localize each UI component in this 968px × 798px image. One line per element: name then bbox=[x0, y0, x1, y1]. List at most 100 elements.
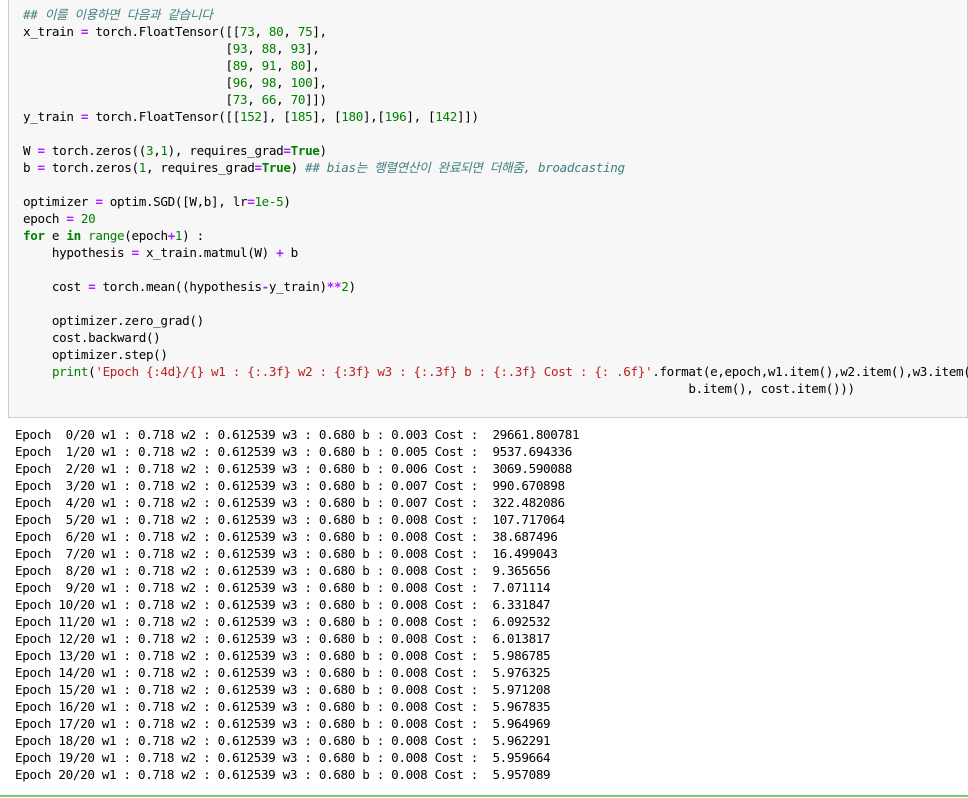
code-token: [ bbox=[23, 58, 233, 73]
code-token: ], bbox=[312, 75, 327, 90]
output-value: 0.008 bbox=[391, 546, 428, 561]
code-line: [93, 88, 93], bbox=[23, 40, 968, 57]
output-label: Cost : bbox=[427, 427, 493, 442]
code-token: + bbox=[167, 228, 176, 243]
code-token: 196 bbox=[384, 109, 407, 124]
output-value: 0.612539 bbox=[217, 767, 276, 782]
output-label: Cost : bbox=[427, 580, 493, 595]
output-label: w3 : bbox=[275, 716, 319, 731]
output-label: Cost : bbox=[427, 461, 493, 476]
output-label: w3 : bbox=[275, 461, 319, 476]
code-line: for e in range(epoch+1) : bbox=[23, 227, 968, 244]
code-line: optimizer.zero_grad() bbox=[23, 312, 968, 329]
code-line: [96, 98, 100], bbox=[23, 74, 968, 91]
code-token: b.item(), cost.item())) bbox=[23, 381, 855, 396]
output-value: 0.718 bbox=[137, 597, 175, 612]
code-token: ) bbox=[319, 143, 328, 158]
output-value: 8/20 bbox=[58, 563, 95, 578]
output-value: 0.612539 bbox=[217, 733, 276, 748]
output-label: w3 : bbox=[275, 750, 319, 765]
output-label: w1 : bbox=[94, 597, 138, 612]
output-value: 38.687496 bbox=[492, 529, 558, 544]
output-label: Cost : bbox=[427, 478, 493, 493]
output-label: w3 : bbox=[275, 427, 319, 442]
output-label: w3 : bbox=[275, 444, 319, 459]
output-line: Epoch 17/20 w1 : 0.718 w2 : 0.612539 w3 … bbox=[15, 715, 579, 732]
output-label: w2 : bbox=[174, 529, 218, 544]
output-label: Epoch bbox=[15, 580, 59, 595]
code-line: epoch = 20 bbox=[23, 210, 968, 227]
output-value: 0.718 bbox=[137, 495, 175, 510]
output-label: Epoch bbox=[15, 750, 59, 765]
output-label: w1 : bbox=[94, 665, 138, 680]
output-line: Epoch 0/20 w1 : 0.718 w2 : 0.612539 w3 :… bbox=[15, 426, 580, 443]
output-line: Epoch 8/20 w1 : 0.718 w2 : 0.612539 w3 :… bbox=[15, 562, 579, 579]
code-token: 75 bbox=[297, 24, 313, 39]
output-label: w3 : bbox=[275, 563, 319, 578]
output-label: w2 : bbox=[174, 546, 218, 561]
code-token: ) bbox=[283, 194, 291, 209]
output-label: Cost : bbox=[427, 750, 493, 765]
output-label: w3 : bbox=[275, 478, 319, 493]
output-value: 4/20 bbox=[58, 495, 95, 510]
output-line: Epoch 9/20 w1 : 0.718 w2 : 0.612539 w3 :… bbox=[15, 579, 579, 596]
code-token: True bbox=[290, 143, 320, 158]
code-token: = bbox=[131, 245, 139, 260]
code-line: optimizer.step() bbox=[23, 346, 968, 363]
output-label: w1 : bbox=[94, 614, 138, 629]
output-label: Cost : bbox=[427, 699, 493, 714]
output-value: 6.013817 bbox=[492, 631, 551, 646]
code-token: (epoch bbox=[124, 228, 168, 243]
output-value: 16/20 bbox=[58, 699, 95, 714]
output-label: b : bbox=[355, 563, 392, 578]
output-label: w3 : bbox=[275, 546, 319, 561]
output-label: Epoch bbox=[15, 767, 59, 782]
output-label: Cost : bbox=[427, 495, 493, 510]
output-value: 6/20 bbox=[58, 529, 95, 544]
output-value: 0.612539 bbox=[217, 546, 276, 561]
output-value: 5.964969 bbox=[492, 716, 551, 731]
output-value: 0.612539 bbox=[217, 716, 276, 731]
output-value: 0.612539 bbox=[217, 682, 276, 697]
code-editor[interactable]: ## 이를 이용하면 다음과 같습니다 x_train = torch.Float… bbox=[23, 6, 968, 397]
output-value: 0.680 bbox=[318, 478, 356, 493]
output-label: Epoch bbox=[15, 563, 59, 578]
output-label: Epoch bbox=[15, 478, 59, 493]
output-label: w1 : bbox=[94, 648, 138, 663]
output-label: w2 : bbox=[174, 563, 218, 578]
output-value: 19/20 bbox=[58, 750, 95, 765]
code-token: = bbox=[80, 109, 89, 124]
output-label: w1 : bbox=[94, 546, 138, 561]
code-token: torch.zeros( bbox=[44, 160, 139, 175]
code-token: x_train.matmul(W) bbox=[138, 245, 277, 260]
output-value: 0.008 bbox=[391, 529, 428, 544]
code-line: x_train = torch.FloatTensor([[73, 80, 75… bbox=[23, 23, 968, 40]
output-label: Epoch bbox=[15, 546, 59, 561]
code-token: = bbox=[95, 194, 103, 209]
output-value: 5.976325 bbox=[492, 665, 551, 680]
output-line: Epoch 7/20 w1 : 0.718 w2 : 0.612539 w3 :… bbox=[15, 545, 579, 562]
output-value: 0.718 bbox=[137, 529, 175, 544]
code-token: x_train bbox=[23, 24, 81, 39]
output-label: b : bbox=[355, 699, 392, 714]
output-label: b : bbox=[355, 733, 392, 748]
output-line: Epoch 20/20 w1 : 0.718 w2 : 0.612539 w3 … bbox=[15, 766, 579, 783]
output-label: w1 : bbox=[94, 495, 138, 510]
code-token: 93 bbox=[232, 41, 248, 56]
output-value: 12/20 bbox=[58, 631, 95, 646]
code-token: 1 bbox=[138, 160, 147, 175]
code-line: b.item(), cost.item())) bbox=[23, 380, 968, 397]
code-token: .format(e,epoch,w1.item(),w2.item(),w3.i… bbox=[652, 364, 968, 379]
output-value: 18/20 bbox=[58, 733, 95, 748]
code-token: , requires_grad bbox=[145, 160, 255, 175]
output-value: 0.612539 bbox=[217, 529, 276, 544]
output-value: 13/20 bbox=[58, 648, 95, 663]
output-value: 0.008 bbox=[391, 665, 428, 680]
output-line: Epoch 6/20 w1 : 0.718 w2 : 0.612539 w3 :… bbox=[15, 528, 579, 545]
code-cell-input[interactable]: ## 이를 이용하면 다음과 같습니다 x_train = torch.Float… bbox=[8, 0, 968, 418]
output-value: 15/20 bbox=[58, 682, 95, 697]
code-line: y_train = torch.FloatTensor([[152], [185… bbox=[23, 108, 968, 125]
code-line: ## 이를 이용하면 다음과 같습니다 bbox=[23, 6, 968, 23]
output-value: 0.008 bbox=[391, 614, 428, 629]
output-label: Cost : bbox=[427, 597, 493, 612]
